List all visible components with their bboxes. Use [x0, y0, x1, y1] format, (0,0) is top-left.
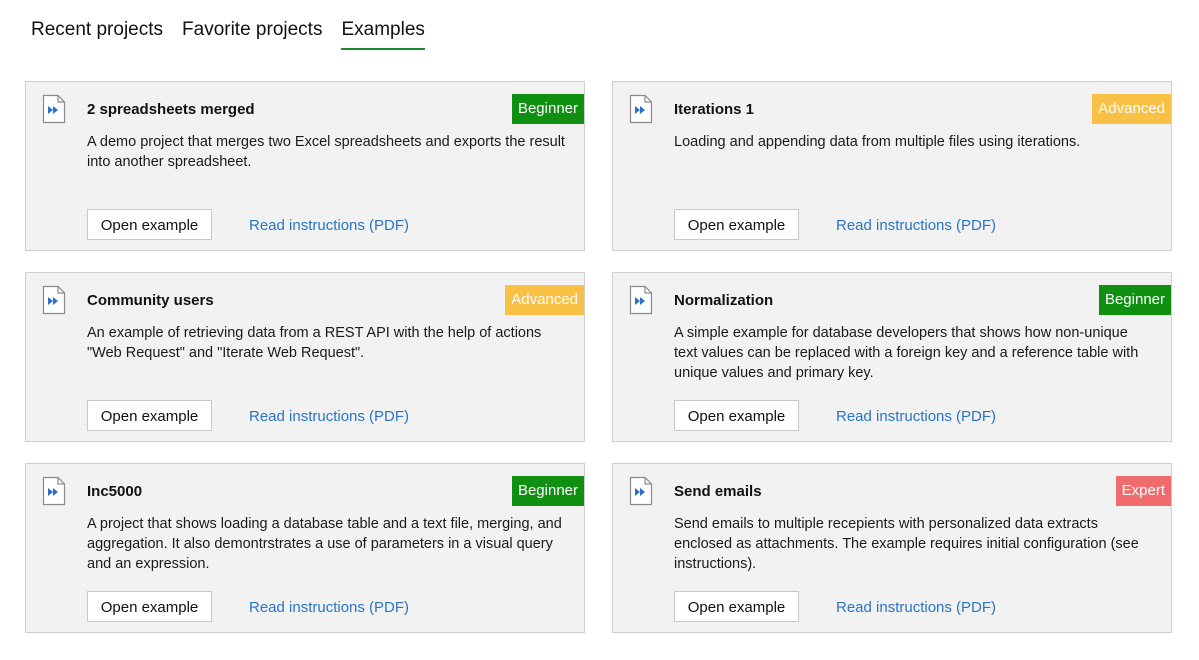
level-badge: Beginner [511, 476, 584, 506]
example-card: Iterations 1 Advanced Loading and append… [612, 81, 1172, 251]
example-card: Community users Advanced An example of r… [25, 272, 585, 442]
example-title: 2 spreadsheets merged [87, 101, 255, 118]
tab-bar: Recent projects Favorite projects Exampl… [31, 16, 444, 50]
read-instructions-link[interactable]: Read instructions (PDF) [249, 408, 409, 425]
project-file-icon [629, 94, 653, 124]
example-title: Iterations 1 [674, 101, 755, 118]
level-badge: Advanced [1092, 94, 1171, 124]
open-example-button[interactable]: Open example [87, 400, 212, 431]
example-title: Community users [87, 292, 214, 309]
project-file-icon [42, 94, 66, 124]
open-example-button[interactable]: Open example [674, 209, 799, 240]
read-instructions-link[interactable]: Read instructions (PDF) [836, 408, 996, 425]
project-file-icon [42, 285, 66, 315]
open-example-button[interactable]: Open example [87, 591, 212, 622]
example-card: Inc5000 Beginner A project that shows lo… [25, 463, 585, 633]
example-title: Inc5000 [87, 483, 143, 500]
example-title: Normalization [674, 292, 774, 309]
read-instructions-link[interactable]: Read instructions (PDF) [249, 217, 409, 234]
level-badge: Advanced [505, 285, 584, 315]
example-description: A demo project that merges two Excel spr… [87, 134, 565, 170]
example-title: Send emails [674, 483, 762, 500]
read-instructions-link[interactable]: Read instructions (PDF) [836, 217, 996, 234]
tab-favorite-projects[interactable]: Favorite projects [182, 16, 322, 50]
tab-examples[interactable]: Examples [341, 16, 425, 50]
example-description: A simple example for database developers… [674, 325, 1139, 381]
level-badge: Beginner [511, 94, 584, 124]
example-description: Loading and appending data from multiple… [674, 134, 1081, 150]
read-instructions-link[interactable]: Read instructions (PDF) [249, 599, 409, 616]
example-description: Send emails to multiple recepients with … [674, 516, 1139, 572]
project-file-icon [629, 285, 653, 315]
example-description: An example of retrieving data from a RES… [87, 325, 542, 361]
example-card: Normalization Beginner A simple example … [612, 272, 1172, 442]
open-example-button[interactable]: Open example [87, 209, 212, 240]
project-file-icon [629, 476, 653, 506]
open-example-button[interactable]: Open example [674, 400, 799, 431]
open-example-button[interactable]: Open example [674, 591, 799, 622]
level-badge: Beginner [1098, 285, 1171, 315]
read-instructions-link[interactable]: Read instructions (PDF) [836, 599, 996, 616]
example-description: A project that shows loading a database … [87, 516, 562, 572]
project-file-icon [42, 476, 66, 506]
example-card: Send emails Expert Send emails to multip… [612, 463, 1172, 633]
level-badge: Expert [1115, 476, 1171, 506]
example-card: 2 spreadsheets merged Beginner A demo pr… [25, 81, 585, 251]
tab-recent-projects[interactable]: Recent projects [31, 16, 163, 50]
